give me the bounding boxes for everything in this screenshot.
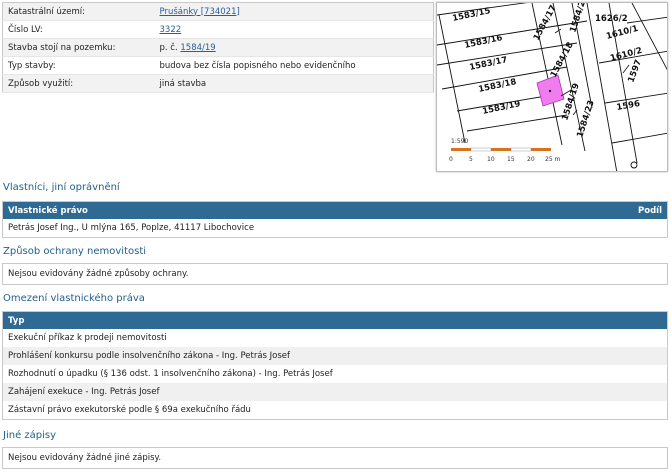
owners-table: Vlastnické právo Podíl Petrás Josef Ing.… <box>2 201 668 238</box>
info-row-lv-number: Číslo LV: 3322 <box>2 20 434 39</box>
svg-text:1610/1: 1610/1 <box>605 24 639 42</box>
restriction-row: Exekuční příkaz k prodeji nemovitosti <box>8 333 167 343</box>
usage-value: jiná stavba <box>154 74 434 93</box>
map-point-icon <box>630 161 638 169</box>
svg-text:1584/22: 1584/22 <box>568 3 589 34</box>
restriction-row: Prohlášení konkursu podle insolvenčního … <box>3 347 667 365</box>
protection-message: Nejsou evidovány žádné způsoby ochrany. <box>8 269 189 279</box>
parcel-labels: 1583/15 1583/16 1583/17 1583/18 1583/19 … <box>452 3 644 139</box>
svg-text:25 m: 25 m <box>545 156 561 163</box>
owner-row: Petrás Josef Ing., U mlýna 165, Poplze, … <box>8 223 255 233</box>
map-scale-bar <box>451 147 551 152</box>
info-row-building-type: Typ stavby: budova bez čísla popisného n… <box>2 56 434 75</box>
map-canvas: 1583/15 1583/16 1583/17 1583/18 1583/19 … <box>437 3 667 171</box>
svg-text:1584/19: 1584/19 <box>560 82 581 122</box>
svg-text:1583/16: 1583/16 <box>464 33 504 51</box>
svg-text:1583/19: 1583/19 <box>482 99 522 117</box>
cadastral-area-link[interactable]: Prušánky [734021] <box>160 7 240 17</box>
property-info-table: Katastrální území: Prušánky [734021] Čís… <box>2 2 434 93</box>
building-type-value: budova bez čísla popisného nebo evidenčn… <box>154 56 434 75</box>
svg-text:0: 0 <box>449 156 453 163</box>
svg-text:1584/23: 1584/23 <box>575 99 596 139</box>
svg-text:1626/2: 1626/2 <box>595 14 628 24</box>
restrictions-table: Typ Exekuční příkaz k prodeji nemovitost… <box>2 311 668 420</box>
owners-col-right-of-ownership: Vlastnické právo <box>8 205 88 216</box>
svg-text:15: 15 <box>507 156 515 163</box>
owners-table-header: Vlastnické právo Podíl <box>3 202 667 219</box>
other-message: Nejsou evidovány žádné jiné zápisy. <box>8 453 162 463</box>
cadastral-map[interactable]: 1583/15 1583/16 1583/17 1583/18 1583/19 … <box>436 2 668 172</box>
svg-text:20: 20 <box>527 156 535 163</box>
svg-text:1583/15: 1583/15 <box>452 6 492 24</box>
restrictions-col-type: Typ <box>8 315 25 326</box>
info-label: Typ stavby: <box>2 56 155 75</box>
info-label: Katastrální území: <box>2 2 155 21</box>
svg-text:1597: 1597 <box>626 58 644 84</box>
map-scale-ratio: 1:590 <box>451 138 468 145</box>
info-label: Způsob využití: <box>2 74 155 93</box>
owners-col-share: Podíl <box>638 205 662 216</box>
parcel-link[interactable]: 1584/19 <box>180 43 215 53</box>
restriction-row: Rozhodnutí o úpadku (§ 136 odst. 1 insol… <box>8 369 333 379</box>
info-row-cadastral-area: Katastrální území: Prušánky [734021] <box>2 2 434 21</box>
protection-section-title: Způsob ochrany nemovitosti <box>3 246 147 257</box>
svg-text:5: 5 <box>469 156 473 163</box>
restriction-row: Zahájení exekuce - Ing. Petrás Josef <box>3 383 667 401</box>
owners-section-title: Vlastníci, jiní oprávnění <box>3 182 120 193</box>
lv-number-link[interactable]: 3322 <box>160 25 182 35</box>
svg-text:1583/17: 1583/17 <box>469 55 509 73</box>
restrictions-section-title: Omezení vlastnického práva <box>3 293 145 304</box>
protection-box: Nejsou evidovány žádné způsoby ochrany. <box>2 263 668 285</box>
svg-text:10: 10 <box>487 156 495 163</box>
restriction-row: Zástavní právo exekutorské podle § 69a e… <box>8 405 251 415</box>
other-section-title: Jiné zápisy <box>3 430 57 441</box>
scale-tick-labels: 0 5 10 15 20 25 m <box>449 156 561 163</box>
info-label: Stavba stojí na pozemku: <box>2 38 155 57</box>
info-label: Číslo LV: <box>2 20 155 39</box>
restrictions-table-header: Typ <box>3 312 667 329</box>
svg-text:1583/18: 1583/18 <box>478 77 518 95</box>
info-row-parcel: Stavba stojí na pozemku: p. č. 1584/19 <box>2 38 434 57</box>
other-box: Nejsou evidovány žádné jiné zápisy. <box>2 447 668 469</box>
info-row-usage: Způsob využití: jiná stavba <box>2 74 434 93</box>
parcel-point <box>548 89 552 93</box>
parcel-prefix: p. č. <box>159 42 178 53</box>
